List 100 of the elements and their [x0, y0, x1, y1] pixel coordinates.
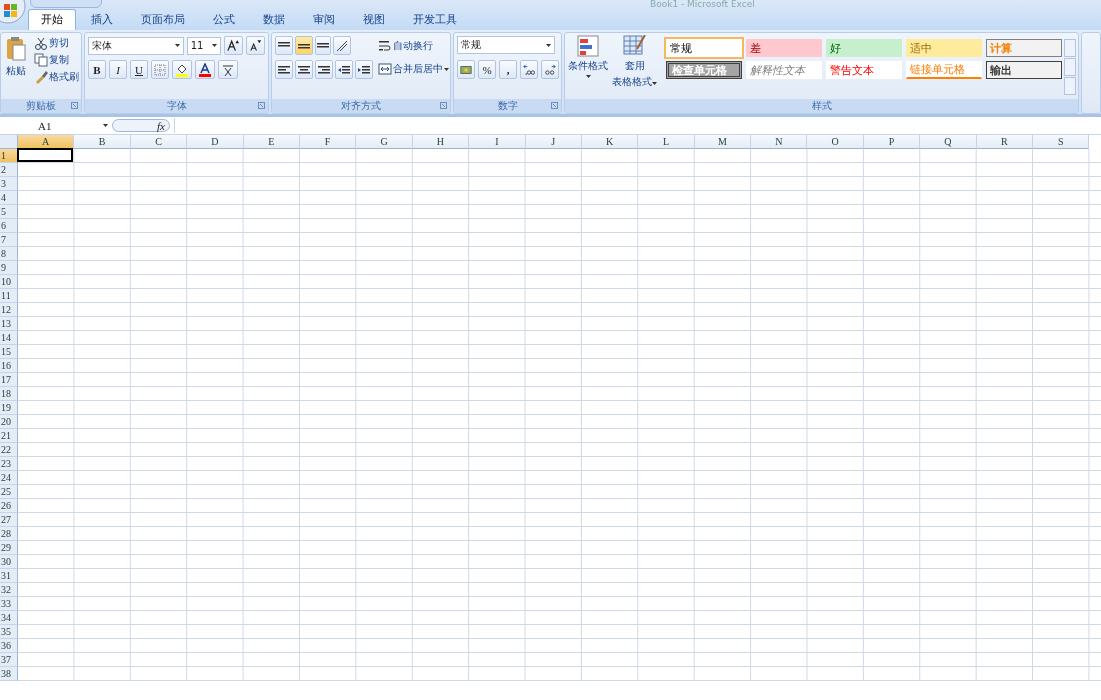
row-header[interactable]: 34: [0, 611, 18, 625]
row-header[interactable]: 3: [0, 177, 18, 191]
dropdown-arrow-icon[interactable]: [585, 75, 591, 78]
phonetic-guide-button[interactable]: [218, 60, 238, 79]
align-top-button[interactable]: [275, 36, 293, 55]
wrap-text-button[interactable]: 自动换行: [376, 39, 451, 53]
row-header[interactable]: 32: [0, 583, 18, 597]
column-header[interactable]: N: [751, 135, 808, 149]
format-as-table-button[interactable]: 套用 表格格式: [611, 35, 658, 97]
font-size-dropdown[interactable]: 11: [186, 36, 221, 55]
ribbon-tab[interactable]: 公式: [200, 9, 248, 30]
row-header[interactable]: 4: [0, 191, 18, 205]
row-header[interactable]: 10: [0, 275, 18, 289]
row-header[interactable]: 1: [0, 149, 18, 163]
underline-button[interactable]: U: [130, 60, 148, 79]
row-header[interactable]: 5: [0, 205, 18, 219]
shrink-font-button[interactable]: [245, 36, 265, 55]
cell-grid[interactable]: [18, 149, 1101, 681]
row-header[interactable]: 16: [0, 359, 18, 373]
comma-style-button[interactable]: ,: [499, 60, 517, 79]
row-header[interactable]: 14: [0, 331, 18, 345]
column-header[interactable]: I: [469, 135, 526, 149]
font-name-dropdown[interactable]: 宋体: [88, 36, 184, 55]
row-header[interactable]: 29: [0, 541, 18, 555]
column-header[interactable]: E: [243, 135, 300, 149]
insert-function-button[interactable]: fx: [112, 119, 170, 132]
column-header[interactable]: D: [187, 135, 244, 149]
orientation-button[interactable]: [333, 36, 351, 55]
dropdown-arrow-icon[interactable]: [444, 67, 449, 71]
percent-button[interactable]: %: [478, 60, 496, 79]
ribbon-tab[interactable]: 页面布局: [128, 9, 198, 30]
center-button[interactable]: [295, 60, 313, 79]
ribbon-tab[interactable]: 插入: [78, 9, 126, 30]
column-header[interactable]: J: [525, 135, 582, 149]
dropdown-arrow-icon[interactable]: [652, 82, 657, 85]
row-header[interactable]: 31: [0, 569, 18, 583]
row-header[interactable]: 20: [0, 415, 18, 429]
row-header[interactable]: 11: [0, 289, 18, 303]
ribbon-tab[interactable]: 数据: [250, 9, 298, 30]
name-box[interactable]: A1: [0, 118, 112, 133]
cell-style-item[interactable]: 输出: [986, 61, 1062, 79]
row-header[interactable]: 26: [0, 499, 18, 513]
row-header[interactable]: 33: [0, 597, 18, 611]
column-header[interactable]: K: [581, 135, 639, 149]
row-header[interactable]: 23: [0, 457, 18, 471]
decrease-decimal-button[interactable]: [541, 60, 559, 79]
cell-style-item[interactable]: 解释性文本: [746, 61, 822, 79]
row-header[interactable]: 13: [0, 317, 18, 331]
row-header[interactable]: 35: [0, 625, 18, 639]
align-left-button[interactable]: [275, 60, 293, 79]
ribbon-tab[interactable]: 视图: [350, 9, 398, 30]
column-header[interactable]: A: [18, 135, 75, 149]
column-header[interactable]: L: [638, 135, 695, 149]
row-header[interactable]: 21: [0, 429, 18, 443]
column-header[interactable]: C: [130, 135, 188, 149]
cut-button[interactable]: 剪切: [32, 36, 81, 50]
ribbon-tab[interactable]: 开始: [28, 9, 76, 30]
column-header[interactable]: P: [863, 135, 921, 149]
increase-decimal-button[interactable]: [520, 60, 538, 79]
align-middle-button[interactable]: [295, 36, 313, 55]
row-header[interactable]: 18: [0, 387, 18, 401]
row-header[interactable]: 17: [0, 373, 18, 387]
row-header[interactable]: 19: [0, 401, 18, 415]
row-header[interactable]: 37: [0, 653, 18, 667]
number-format-dropdown[interactable]: 常规: [457, 36, 555, 54]
copy-button[interactable]: 复制: [32, 53, 81, 67]
ribbon-tab[interactable]: 审阅: [300, 9, 348, 30]
increase-indent-button[interactable]: [355, 60, 373, 79]
row-header[interactable]: 36: [0, 639, 18, 653]
column-header[interactable]: R: [976, 135, 1034, 149]
cell-style-item[interactable]: 差: [746, 39, 822, 57]
row-header[interactable]: 25: [0, 485, 18, 499]
align-right-button[interactable]: [315, 60, 333, 79]
row-header[interactable]: 9: [0, 261, 18, 275]
column-header[interactable]: G: [356, 135, 413, 149]
dropdown-arrow-icon[interactable]: [174, 44, 180, 47]
dropdown-arrow-icon[interactable]: [211, 44, 217, 47]
decrease-indent-button[interactable]: [335, 60, 353, 79]
cell-style-item[interactable]: 好: [826, 39, 902, 57]
conditional-formatting-button[interactable]: 条件格式: [567, 35, 609, 97]
fill-color-button[interactable]: [172, 60, 192, 79]
row-header[interactable]: 30: [0, 555, 18, 569]
format-painter-button[interactable]: 格式刷: [32, 70, 81, 84]
ribbon-tab[interactable]: 开发工具: [400, 9, 470, 30]
row-header[interactable]: 27: [0, 513, 18, 527]
column-header[interactable]: H: [412, 135, 470, 149]
grow-font-button[interactable]: [223, 36, 243, 55]
column-header[interactable]: B: [74, 135, 131, 149]
active-cell[interactable]: [17, 148, 74, 162]
row-header[interactable]: 6: [0, 219, 18, 233]
italic-button[interactable]: I: [109, 60, 127, 79]
font-color-button[interactable]: [195, 60, 215, 79]
row-header[interactable]: 38: [0, 667, 18, 681]
align-bottom-button[interactable]: [315, 36, 331, 55]
dropdown-arrow-icon[interactable]: [546, 43, 551, 47]
row-header[interactable]: 15: [0, 345, 18, 359]
column-header[interactable]: F: [299, 135, 357, 149]
cell-style-item[interactable]: 常规: [666, 39, 742, 57]
bold-button[interactable]: B: [88, 60, 106, 79]
row-header[interactable]: 2: [0, 163, 18, 177]
